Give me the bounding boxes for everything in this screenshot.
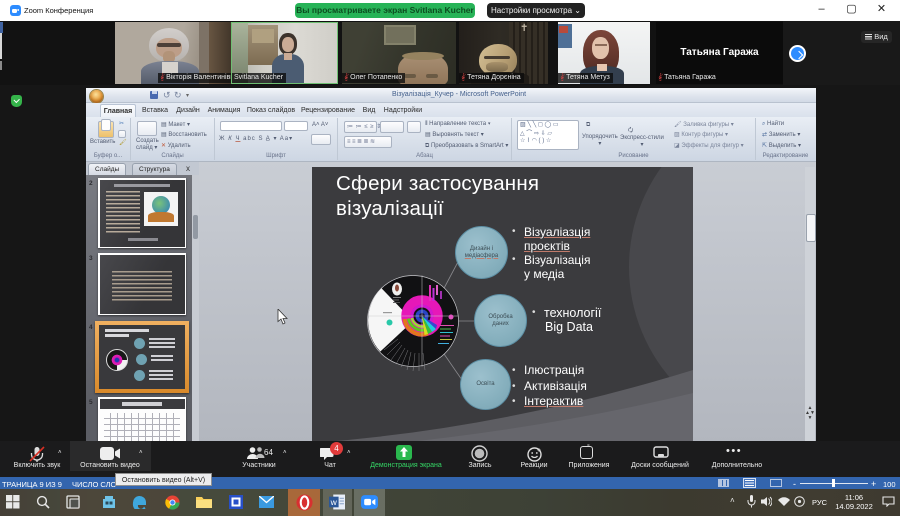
svg-text:w: w (330, 497, 338, 507)
